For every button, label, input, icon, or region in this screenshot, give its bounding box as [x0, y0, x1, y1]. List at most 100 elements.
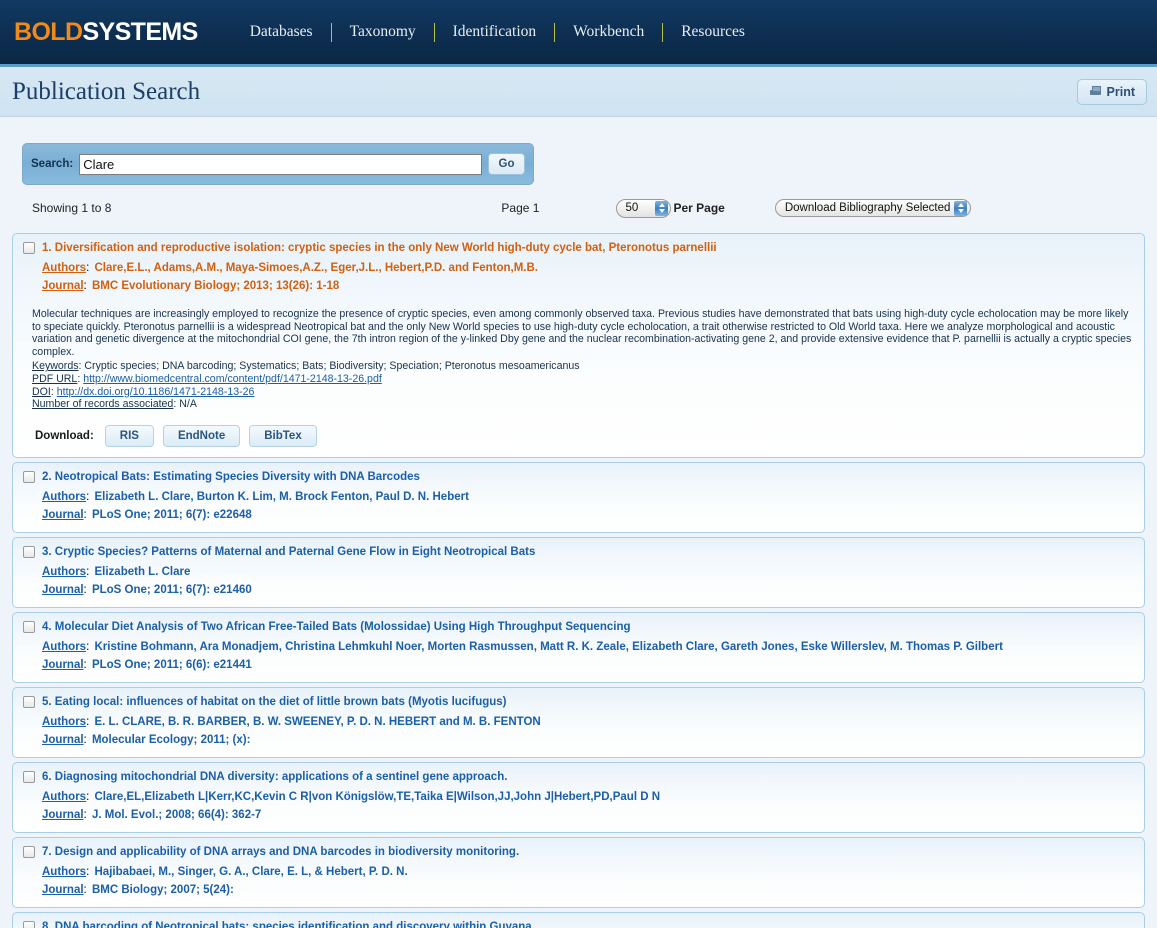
per-page-stepper-top[interactable]	[655, 200, 669, 216]
doi-label: DOI	[32, 385, 51, 398]
result-number: 3.	[42, 545, 52, 558]
result-title[interactable]: 7. Design and applicability of DNA array…	[42, 845, 519, 859]
per-page-select-top[interactable]: 50	[616, 198, 672, 218]
authors-label[interactable]: Authors	[42, 566, 86, 578]
authors-label[interactable]: Authors	[42, 491, 86, 503]
authors-colon: :	[86, 262, 90, 274]
result-journal: PLoS One; 2011; 6(7): e21460	[91, 583, 252, 596]
result-authors: E. L. CLARE, B. R. BARBER, B. W. SWEENEY…	[94, 715, 541, 728]
result-checkbox[interactable]	[23, 920, 35, 928]
result-pdf-url-row: PDF URL: http://www.biomedcentral.com/co…	[32, 373, 1134, 386]
result-card[interactable]: 7. Design and applicability of DNA array…	[12, 836, 1145, 908]
result-meta: Authors: Elizabeth L. Clare Journal: PLo…	[42, 563, 1134, 599]
result-header: 4. Molecular Diet Analysis of Two Africa…	[23, 620, 1134, 634]
search-go-button[interactable]: Go	[488, 153, 525, 175]
download-label: Download:	[35, 429, 94, 442]
main-nav-links: Databases Taxonomy Identification Workbe…	[232, 22, 763, 42]
result-records-row: Number of records associated: N/A	[32, 398, 1134, 411]
result-title-text: Molecular Diet Analysis of Two African F…	[54, 620, 631, 633]
result-header: 2. Neotropical Bats: Estimating Species …	[23, 470, 1134, 484]
journal-colon: :	[83, 508, 87, 521]
journal-colon: :	[83, 808, 87, 821]
main-content: Search: Go Showing 1 to 8 Page 1 50 Per …	[0, 143, 1157, 928]
journal-label[interactable]: Journal	[42, 884, 84, 896]
authors-label[interactable]: Authors	[42, 716, 86, 728]
page-title: Publication Search	[12, 77, 201, 105]
page-value-top: 1	[532, 201, 540, 215]
result-checkbox[interactable]	[23, 620, 35, 633]
result-journal: BMC Evolutionary Biology; 2013; 13(26): …	[91, 280, 340, 292]
result-checkbox[interactable]	[23, 770, 35, 783]
result-title[interactable]: 2. Neotropical Bats: Estimating Species …	[42, 470, 420, 484]
result-journal-row: Journal: BMC Evolutionary Biology; 2013;…	[42, 277, 1134, 295]
download-bibliography-stepper[interactable]	[954, 200, 968, 216]
result-title-text: DNA barcoding of Neotropical bats: speci…	[54, 920, 532, 928]
result-card[interactable]: 3. Cryptic Species? Patterns of Maternal…	[12, 536, 1145, 608]
journal-colon: :	[83, 583, 87, 596]
download-endnote-button[interactable]: EndNote	[162, 424, 241, 447]
result-number: 6.	[42, 770, 52, 783]
showing-count-top: Showing 1 to 8	[32, 201, 111, 215]
print-button[interactable]: Print	[1076, 78, 1147, 105]
result-authors: Hajibabaei, M., Singer, G. A., Clare, E.…	[94, 865, 408, 878]
result-authors: Kristine Bohmann, Ara Monadjem, Christin…	[94, 640, 1003, 653]
result-card[interactable]: 8. DNA barcoding of Neotropical bats: sp…	[12, 911, 1145, 928]
nav-item-workbench[interactable]: Workbench	[555, 23, 662, 41]
result-checkbox[interactable]	[23, 242, 35, 254]
journal-label[interactable]: Journal	[42, 734, 84, 746]
journal-label[interactable]: Journal	[42, 509, 84, 521]
result-header: 5. Eating local: influences of habitat o…	[23, 695, 1134, 709]
result-checkbox[interactable]	[23, 470, 35, 483]
result-card[interactable]: 6. Diagnosing mitochondrial DNA diversit…	[12, 761, 1145, 833]
result-authors-row: Authors: Elizabeth L. Clare	[42, 563, 1134, 581]
result-title[interactable]: 5. Eating local: influences of habitat o…	[42, 695, 507, 709]
download-bibtex-button[interactable]: BibTex	[249, 424, 317, 447]
per-page-value-top: 50	[625, 202, 639, 214]
authors-label[interactable]: Authors	[42, 866, 86, 878]
search-label: Search:	[31, 158, 74, 170]
result-title[interactable]: 6. Diagnosing mitochondrial DNA diversit…	[42, 770, 507, 784]
download-ris-button[interactable]: RIS	[104, 424, 154, 447]
result-doi-link[interactable]: http://dx.doi.org/10.1186/1471-2148-13-2…	[57, 386, 255, 398]
result-journal-row: Journal: PLoS One; 2011; 6(6): e21441	[42, 656, 1134, 674]
journal-label[interactable]: Journal	[42, 584, 84, 596]
result-title[interactable]: 4. Molecular Diet Analysis of Two Africa…	[42, 620, 631, 634]
result-pdf-url-link[interactable]: http://www.biomedcentral.com/content/pdf…	[83, 373, 382, 385]
result-checkbox[interactable]	[23, 695, 35, 708]
result-authors: Elizabeth L. Clare, Burton K. Lim, M. Br…	[94, 490, 469, 503]
printer-icon	[1089, 86, 1102, 97]
result-title[interactable]: 8. DNA barcoding of Neotropical bats: sp…	[42, 920, 532, 928]
journal-label[interactable]: Journal	[42, 280, 84, 292]
search-input[interactable]	[79, 153, 482, 175]
page-number-top: Page 1	[501, 201, 539, 215]
result-checkbox[interactable]	[23, 545, 35, 558]
result-meta: Authors: Clare,E.L., Adams,A.M., Maya-Si…	[42, 259, 1134, 295]
journal-label[interactable]: Journal	[42, 809, 84, 821]
journal-label[interactable]: Journal	[42, 659, 84, 671]
bold-systems-logo[interactable]: BOLDSYSTEMS	[14, 18, 198, 47]
result-number: 1.	[42, 242, 52, 254]
download-bibliography-select[interactable]: Download Bibliography Selected	[774, 199, 972, 217]
results-list: 1. Diversification and reproductive isol…	[12, 233, 1145, 928]
result-card[interactable]: 5. Eating local: influences of habitat o…	[12, 686, 1145, 758]
result-keywords-row: Keywords: Cryptic species; DNA barcoding…	[32, 360, 1134, 373]
nav-item-databases[interactable]: Databases	[232, 23, 331, 41]
search-panel: Search: Go	[22, 143, 534, 185]
result-title[interactable]: 1. Diversification and reproductive isol…	[42, 241, 717, 255]
nav-item-taxonomy[interactable]: Taxonomy	[332, 23, 434, 41]
result-title[interactable]: 3. Cryptic Species? Patterns of Maternal…	[42, 545, 535, 559]
result-records-value: N/A	[179, 398, 197, 411]
result-card[interactable]: 2. Neotropical Bats: Estimating Species …	[12, 461, 1145, 533]
result-authors: Clare,EL,Elizabeth L|Kerr,KC,Kevin C R|v…	[94, 790, 661, 803]
nav-item-identification[interactable]: Identification	[435, 23, 555, 41]
result-checkbox[interactable]	[23, 845, 35, 858]
authors-label[interactable]: Authors	[42, 262, 86, 274]
result-card[interactable]: 1. Diversification and reproductive isol…	[12, 233, 1145, 458]
result-authors-row: Authors: Kristine Bohmann, Ara Monadjem,…	[42, 638, 1134, 656]
showing-label-top: Showing	[32, 201, 79, 215]
nav-item-resources[interactable]: Resources	[663, 23, 763, 41]
result-card[interactable]: 4. Molecular Diet Analysis of Two Africa…	[12, 611, 1145, 683]
result-journal: J. Mol. Evol.; 2008; 66(4): 362-7	[91, 808, 262, 821]
authors-label[interactable]: Authors	[42, 791, 86, 803]
authors-label[interactable]: Authors	[42, 641, 86, 653]
